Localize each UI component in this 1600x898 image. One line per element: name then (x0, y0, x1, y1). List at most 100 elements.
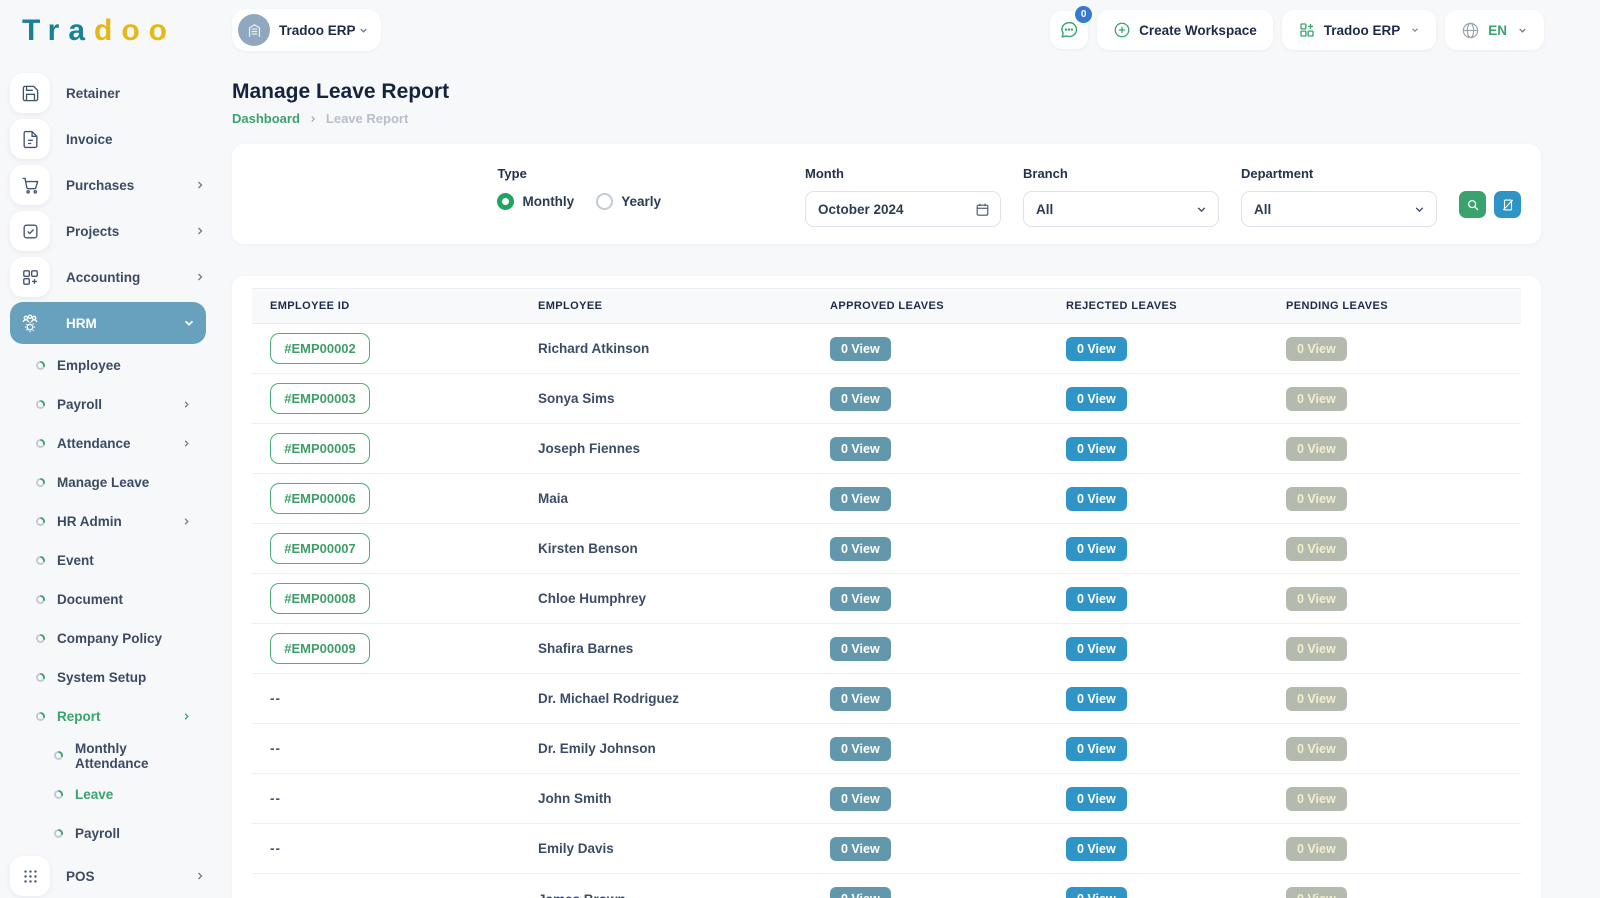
sidebar-item-invoice[interactable]: Invoice (10, 116, 206, 162)
create-workspace-button[interactable]: Create Workspace (1097, 10, 1273, 50)
pending-view-button[interactable]: 0 View (1286, 387, 1347, 411)
breadcrumb: Dashboard Leave Report (232, 111, 1541, 126)
rejected-view-button[interactable]: 0 View (1066, 837, 1127, 861)
employee-name: Shafira Barnes (520, 641, 812, 656)
pending-view-button[interactable]: 0 View (1286, 487, 1347, 511)
rejected-view-button[interactable]: 0 View (1066, 387, 1127, 411)
sidebar-item-document[interactable]: Document (10, 580, 206, 619)
sidebar-item-hrm[interactable]: HRM (10, 302, 206, 344)
language-selector[interactable]: EN (1445, 10, 1544, 50)
employee-id-badge[interactable]: #EMP00009 (270, 633, 370, 664)
rejected-view-button[interactable]: 0 View (1066, 637, 1127, 661)
rejected-view-button[interactable]: 0 View (1066, 487, 1127, 511)
rejected-view-button[interactable]: 0 View (1066, 337, 1127, 361)
hrm-submenu: Employee Payroll Attendance Manage Leave… (10, 346, 206, 853)
sidebar-item-pos[interactable]: POS (10, 853, 206, 898)
breadcrumb-dashboard-link[interactable]: Dashboard (232, 111, 300, 126)
rejected-view-button[interactable]: 0 View (1066, 737, 1127, 761)
rejected-view-button[interactable]: 0 View (1066, 887, 1127, 898)
pos-grid-dots-icon (10, 856, 50, 896)
employee-id-empty: -- (252, 892, 520, 898)
approved-view-button[interactable]: 0 View (830, 637, 891, 661)
pending-view-button[interactable]: 0 View (1286, 587, 1347, 611)
approved-view-button[interactable]: 0 View (830, 437, 891, 461)
bullet-icon (36, 439, 45, 448)
sidebar-item-employee[interactable]: Employee (10, 346, 206, 385)
approved-view-button[interactable]: 0 View (830, 587, 891, 611)
pending-view-button[interactable]: 0 View (1286, 737, 1347, 761)
approved-view-button[interactable]: 0 View (830, 537, 891, 561)
sidebar-item-manage-leave[interactable]: Manage Leave (10, 463, 206, 502)
workspace-name: Tradoo ERP (279, 23, 356, 38)
approved-view-button[interactable]: 0 View (830, 487, 891, 511)
pending-view-button[interactable]: 0 View (1286, 787, 1347, 811)
employee-id-badge[interactable]: #EMP00006 (270, 483, 370, 514)
pending-view-button[interactable]: 0 View (1286, 337, 1347, 361)
bullet-icon (36, 478, 45, 487)
approved-view-button[interactable]: 0 View (830, 787, 891, 811)
sidebar-item-retainer[interactable]: Retainer (10, 70, 206, 116)
department-label: Department (1241, 166, 1437, 181)
sidebar-item-projects[interactable]: Projects (10, 208, 206, 254)
rejected-view-button[interactable]: 0 View (1066, 687, 1127, 711)
search-button[interactable] (1459, 191, 1486, 218)
branch-select[interactable]: All (1023, 191, 1219, 227)
rejected-view-button[interactable]: 0 View (1066, 787, 1127, 811)
table-row: #EMP00006 Maia 0 View 0 View 0 View (252, 474, 1521, 524)
sidebar: Tradoo Retainer Invoice Purchases Projec… (0, 0, 216, 898)
bullet-icon (36, 595, 45, 604)
employee-id-badge[interactable]: #EMP00008 (270, 583, 370, 614)
sidebar-item-leave[interactable]: Leave (10, 775, 206, 814)
sidebar-item-hr-admin[interactable]: HR Admin (10, 502, 206, 541)
table-row: #EMP00008 Chloe Humphrey 0 View 0 View 0… (252, 574, 1521, 624)
employee-id-empty: -- (252, 741, 520, 756)
calendar-icon[interactable] (975, 202, 990, 217)
app-switcher-button[interactable]: Tradoo ERP (1282, 10, 1437, 50)
sidebar-item-report[interactable]: Report (10, 697, 206, 736)
pending-view-button[interactable]: 0 View (1286, 837, 1347, 861)
pending-view-button[interactable]: 0 View (1286, 687, 1347, 711)
table-row: -- Dr. Michael Rodriguez 0 View 0 View 0… (252, 674, 1521, 724)
approved-view-button[interactable]: 0 View (830, 737, 891, 761)
radio-yearly[interactable]: Yearly (596, 193, 661, 210)
sidebar-item-purchases[interactable]: Purchases (10, 162, 206, 208)
projects-check-square-icon (10, 211, 50, 251)
pending-view-button[interactable]: 0 View (1286, 437, 1347, 461)
employee-name: James Brown (520, 892, 812, 898)
employee-id-badge[interactable]: #EMP00007 (270, 533, 370, 564)
reset-filter-button[interactable] (1494, 191, 1521, 218)
approved-view-button[interactable]: 0 View (830, 887, 891, 898)
approved-view-button[interactable]: 0 View (830, 837, 891, 861)
radio-unchecked-icon (596, 193, 613, 210)
approved-view-button[interactable]: 0 View (830, 337, 891, 361)
brand-logo[interactable]: Tradoo (10, 14, 206, 48)
approved-view-button[interactable]: 0 View (830, 387, 891, 411)
sidebar-item-accounting[interactable]: Accounting (10, 254, 206, 300)
sidebar-item-event[interactable]: Event (10, 541, 206, 580)
sidebar-item-monthly-attendance[interactable]: Monthly Attendance (10, 736, 206, 775)
employee-id-badge[interactable]: #EMP00003 (270, 383, 370, 414)
chevron-down-icon (1195, 203, 1208, 216)
col-employee-id: EMPLOYEE ID (252, 300, 520, 312)
sidebar-item-system-setup[interactable]: System Setup (10, 658, 206, 697)
messages-button[interactable]: 0 (1050, 11, 1088, 49)
pending-view-button[interactable]: 0 View (1286, 537, 1347, 561)
sidebar-item-company-policy[interactable]: Company Policy (10, 619, 206, 658)
workspace-switcher[interactable]: Tradoo ERP (232, 9, 381, 51)
sidebar-item-report-payroll[interactable]: Payroll (10, 814, 206, 853)
sidebar-item-attendance[interactable]: Attendance (10, 424, 206, 463)
bullet-icon (36, 556, 45, 565)
employee-id-badge[interactable]: #EMP00002 (270, 333, 370, 364)
pending-view-button[interactable]: 0 View (1286, 887, 1347, 898)
pending-view-button[interactable]: 0 View (1286, 637, 1347, 661)
sidebar-item-label: Projects (66, 224, 194, 239)
month-input[interactable] (818, 202, 966, 217)
rejected-view-button[interactable]: 0 View (1066, 587, 1127, 611)
radio-monthly[interactable]: Monthly (497, 193, 574, 210)
employee-id-badge[interactable]: #EMP00005 (270, 433, 370, 464)
rejected-view-button[interactable]: 0 View (1066, 537, 1127, 561)
rejected-view-button[interactable]: 0 View (1066, 437, 1127, 461)
department-select[interactable]: All (1241, 191, 1437, 227)
approved-view-button[interactable]: 0 View (830, 687, 891, 711)
sidebar-item-payroll[interactable]: Payroll (10, 385, 206, 424)
